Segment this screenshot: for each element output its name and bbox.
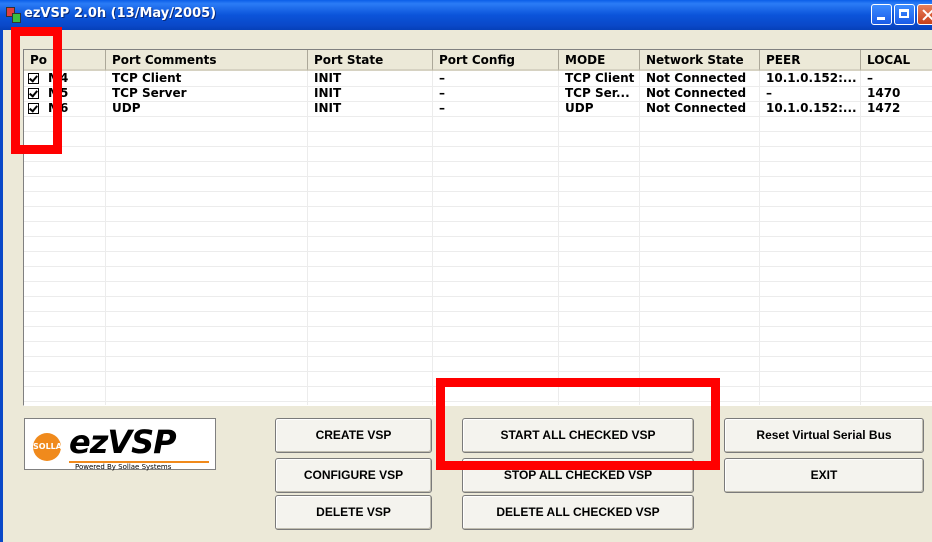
cell-mode: TCP Client — [565, 71, 635, 85]
stop-all-checked-vsp-button[interactable]: STOP ALL CHECKED VSP — [462, 458, 694, 493]
app-icon — [6, 7, 21, 23]
column-header-port-state[interactable]: Port State — [308, 50, 433, 71]
cell-local: – — [867, 71, 873, 85]
table-row[interactable]: M6 UDP INIT – UDP Not Connected 10.1.0.1… — [24, 101, 932, 116]
cell-local: 1470 — [867, 86, 901, 100]
logo-tagline: Powered By Sollae Systems — [75, 463, 172, 471]
cell-mode: TCP Ser... — [565, 86, 630, 100]
table-row[interactable]: M4 TCP Client INIT – TCP Client Not Conn… — [24, 71, 932, 86]
column-header-port[interactable]: Po — [24, 50, 106, 71]
cell-port-comments: TCP Client — [112, 71, 182, 85]
cell-port: M5 — [48, 86, 69, 100]
create-vsp-button[interactable]: CREATE VSP — [275, 418, 432, 453]
cell-port-state: INIT — [314, 86, 342, 100]
column-header-network-state[interactable]: Network State — [640, 50, 760, 71]
app-window: ezVSP 2.0h (13/May/2005) Po Port Comment… — [0, 0, 932, 542]
window-frame-left — [0, 30, 3, 542]
ezvsp-logo: SOLLAE ezVSP Powered By Sollae Systems — [24, 418, 216, 471]
list-gridlines — [24, 71, 932, 405]
list-header: Po Port Comments Port State Port Config … — [24, 50, 932, 71]
reset-virtual-serial-bus-button[interactable]: Reset Virtual Serial Bus — [724, 418, 924, 453]
cell-peer: 10.1.0.152:... — [766, 101, 857, 115]
cell-port-config: – — [439, 71, 445, 85]
delete-all-checked-vsp-button[interactable]: DELETE ALL CHECKED VSP — [462, 495, 694, 530]
window-title: ezVSP 2.0h (13/May/2005) — [24, 6, 217, 21]
column-header-port-comments[interactable]: Port Comments — [106, 50, 308, 71]
configure-vsp-button[interactable]: CONFIGURE VSP — [275, 458, 432, 493]
cell-port-config: – — [439, 86, 445, 100]
cell-port-comments: TCP Server — [112, 86, 187, 100]
row-checkbox[interactable] — [28, 73, 39, 84]
cell-port-state: INIT — [314, 101, 342, 115]
start-all-checked-vsp-button[interactable]: START ALL CHECKED VSP — [462, 418, 694, 453]
cell-local: 1472 — [867, 101, 901, 115]
delete-vsp-button[interactable]: DELETE VSP — [275, 495, 432, 530]
title-bar[interactable]: ezVSP 2.0h (13/May/2005) — [0, 0, 932, 30]
table-row[interactable]: M5 TCP Server INIT – TCP Ser... Not Conn… — [24, 86, 932, 101]
row-checkbox[interactable] — [28, 103, 39, 114]
cell-network-state: Not Connected — [646, 101, 747, 115]
column-header-port-config[interactable]: Port Config — [433, 50, 559, 71]
list-rows: M4 TCP Client INIT – TCP Client Not Conn… — [24, 71, 932, 116]
cell-network-state: Not Connected — [646, 71, 747, 85]
close-button[interactable] — [917, 4, 932, 25]
maximize-button[interactable] — [894, 4, 915, 25]
logo-wordmark: ezVSP — [69, 423, 177, 461]
cell-network-state: Not Connected — [646, 86, 747, 100]
cell-port-config: – — [439, 101, 445, 115]
column-header-local[interactable]: LOCAL — [861, 50, 932, 71]
port-list[interactable]: Po Port Comments Port State Port Config … — [23, 49, 932, 406]
cell-port-comments: UDP — [112, 101, 141, 115]
cell-mode: UDP — [565, 101, 594, 115]
sollae-badge-icon: SOLLAE — [33, 433, 67, 461]
column-header-peer[interactable]: PEER — [760, 50, 861, 71]
row-checkbox[interactable] — [28, 88, 39, 99]
cell-peer: – — [766, 86, 772, 100]
column-header-mode[interactable]: MODE — [559, 50, 640, 71]
exit-button[interactable]: EXIT — [724, 458, 924, 493]
cell-port-state: INIT — [314, 71, 342, 85]
cell-peer: 10.1.0.152:... — [766, 71, 857, 85]
cell-port: M6 — [48, 101, 69, 115]
minimize-button[interactable] — [871, 4, 892, 25]
cell-port: M4 — [48, 71, 69, 85]
